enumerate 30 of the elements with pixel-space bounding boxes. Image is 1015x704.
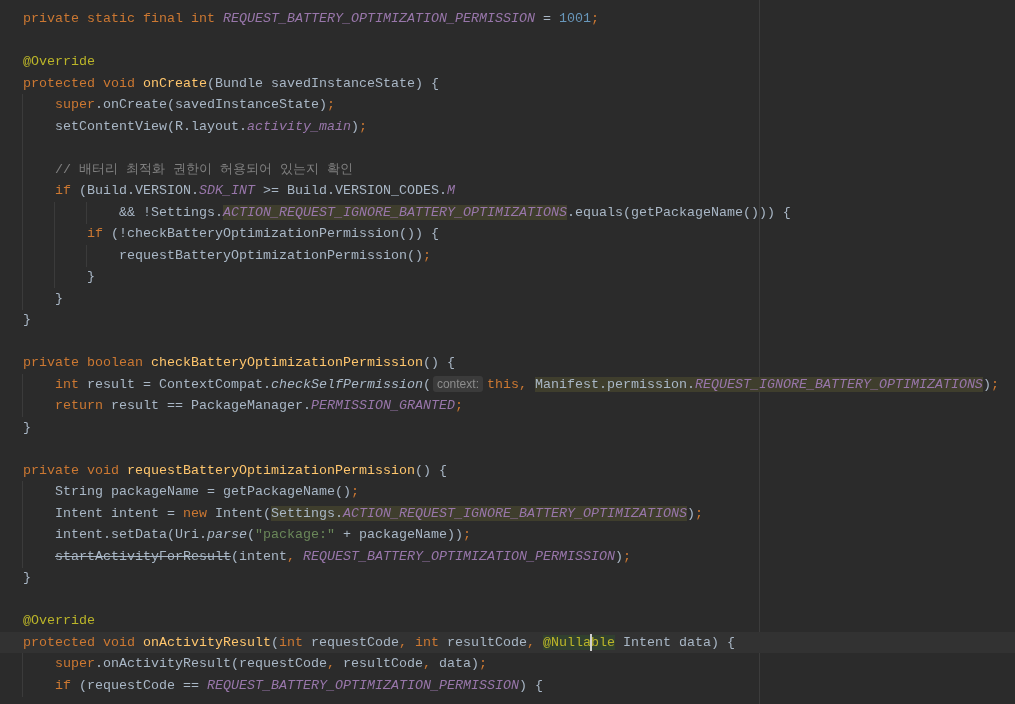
code-line: @Override: [23, 612, 95, 630]
code-line: protected void onActivityResult(int requestCode, int resultCode, @Nullable Intent data) {: [23, 633, 735, 652]
code-line: super.onActivityResult(requestCode, resultCode, data);: [55, 655, 487, 673]
code-line: }: [55, 289, 63, 308]
code-text: this, Manifest.permission.REQUEST_IGNORE_BATTERY_OPTIMIZATIONS);: [486, 375, 999, 394]
code-line: return result == PackageManager.PERMISSION_GRANTED;: [55, 397, 463, 415]
code-line: String packageName = getPackageName();: [55, 483, 359, 501]
code-line: private boolean checkBatteryOptimizationPermission() {: [23, 354, 455, 372]
code-line: && !Settings.ACTION_REQUEST_IGNORE_BATTERY_OPTIMIZATIONS.equals(getPackageName())) {: [119, 203, 791, 222]
code-line: requestBatteryOptimizationPermission();: [119, 246, 431, 265]
code-line: private static final int REQUEST_BATTERY_OPTIMIZATION_PERMISSION = 1001;: [23, 10, 599, 28]
code-line: setContentView(R.layout.activity_main);: [55, 117, 367, 136]
code-line: super.onCreate(savedInstanceState);: [55, 96, 335, 114]
code-line: intent.setData(Uri.parse("package:" + packageName));: [55, 526, 471, 544]
code-line: startActivityForResult(intent, REQUEST_BATTERY_OPTIMIZATION_PERMISSION);: [55, 547, 631, 566]
code-line: if (requestCode == REQUEST_BATTERY_OPTIMIZATION_PERMISSION) {: [55, 676, 543, 695]
code-line: }: [23, 311, 31, 329]
code-line: }: [23, 569, 31, 587]
code-text: int result = ContextCompat.checkSelfPermission(: [55, 375, 431, 394]
inlay-hint: context:: [432, 376, 483, 393]
code-line: if (!checkBatteryOptimizationPermission()) {: [87, 225, 439, 243]
code-line: if (Build.VERSION.SDK_INT >= Build.VERSION_CODES.M: [55, 182, 455, 200]
text-cursor: [590, 633, 592, 651]
code-line: // 배터리 최적화 권한이 허용되어 있는지 확인: [55, 160, 353, 179]
code-line: Intent intent = new Intent(Settings.ACTION_REQUEST_IGNORE_BATTERY_OPTIMIZATIONS);: [55, 504, 703, 523]
code-line: @Override: [23, 53, 95, 71]
code-line: }: [87, 268, 95, 286]
code-line: private void requestBatteryOptimizationPermission() {: [23, 461, 447, 480]
code-line: protected void onCreate(Bundle savedInstanceState) {: [23, 74, 439, 93]
code-line: }: [23, 418, 31, 437]
